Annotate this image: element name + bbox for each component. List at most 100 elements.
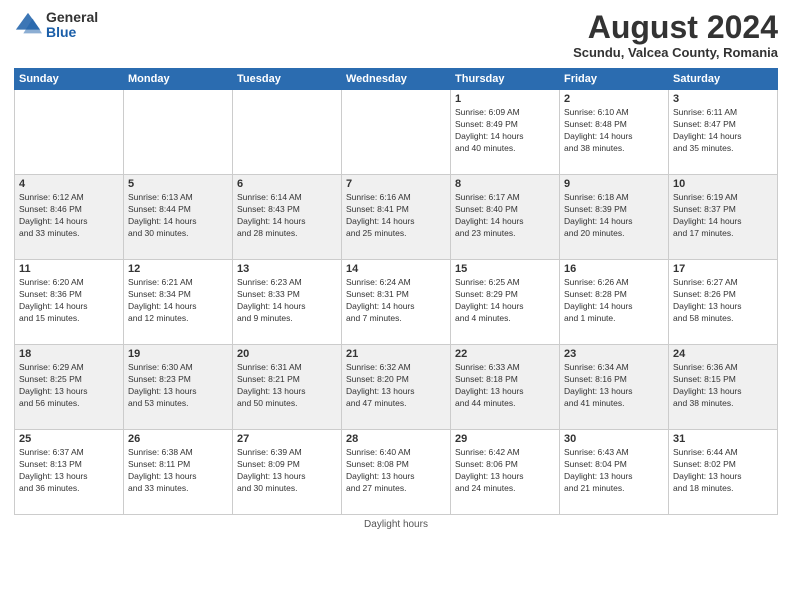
calendar-weekday-saturday: Saturday — [669, 69, 778, 90]
day-number: 15 — [455, 263, 555, 275]
day-number: 6 — [237, 178, 337, 190]
day-number: 28 — [346, 433, 446, 445]
calendar-weekday-tuesday: Tuesday — [233, 69, 342, 90]
day-info: Sunrise: 6:27 AM Sunset: 8:26 PM Dayligh… — [673, 277, 773, 325]
page-container: General Blue August 2024 Scundu, Valcea … — [0, 0, 792, 612]
calendar-header-row: SundayMondayTuesdayWednesdayThursdayFrid… — [15, 69, 778, 90]
day-info: Sunrise: 6:19 AM Sunset: 8:37 PM Dayligh… — [673, 192, 773, 240]
day-number: 22 — [455, 348, 555, 360]
day-info: Sunrise: 6:31 AM Sunset: 8:21 PM Dayligh… — [237, 362, 337, 410]
day-info: Sunrise: 6:16 AM Sunset: 8:41 PM Dayligh… — [346, 192, 446, 240]
day-number: 14 — [346, 263, 446, 275]
calendar-cell: 20 Sunrise: 6:31 AM Sunset: 8:21 PM Dayli… — [233, 345, 342, 430]
day-number: 3 — [673, 93, 773, 105]
day-number: 8 — [455, 178, 555, 190]
day-info: Sunrise: 6:44 AM Sunset: 8:02 PM Dayligh… — [673, 447, 773, 495]
day-number: 31 — [673, 433, 773, 445]
logo-general-text: General — [46, 10, 98, 25]
day-info: Sunrise: 6:14 AM Sunset: 8:43 PM Dayligh… — [237, 192, 337, 240]
calendar-cell: 3 Sunrise: 6:11 AM Sunset: 8:47 PM Daylig… — [669, 90, 778, 175]
day-info: Sunrise: 6:26 AM Sunset: 8:28 PM Dayligh… — [564, 277, 664, 325]
logo-blue-text: Blue — [46, 25, 98, 40]
calendar-cell: 31 Sunrise: 6:44 AM Sunset: 8:02 PM Dayli… — [669, 430, 778, 515]
day-info: Sunrise: 6:36 AM Sunset: 8:15 PM Dayligh… — [673, 362, 773, 410]
calendar-cell — [233, 90, 342, 175]
day-info: Sunrise: 6:42 AM Sunset: 8:06 PM Dayligh… — [455, 447, 555, 495]
day-info: Sunrise: 6:34 AM Sunset: 8:16 PM Dayligh… — [564, 362, 664, 410]
calendar-cell: 11 Sunrise: 6:20 AM Sunset: 8:36 PM Dayli… — [15, 260, 124, 345]
day-info: Sunrise: 6:12 AM Sunset: 8:46 PM Dayligh… — [19, 192, 119, 240]
footer-note: Daylight hours — [14, 519, 778, 530]
calendar-cell: 25 Sunrise: 6:37 AM Sunset: 8:13 PM Dayli… — [15, 430, 124, 515]
calendar-weekday-friday: Friday — [560, 69, 669, 90]
day-number: 18 — [19, 348, 119, 360]
calendar-cell: 15 Sunrise: 6:25 AM Sunset: 8:29 PM Dayli… — [451, 260, 560, 345]
day-number: 10 — [673, 178, 773, 190]
logo: General Blue — [14, 10, 98, 41]
month-year-title: August 2024 — [573, 10, 778, 45]
day-number: 5 — [128, 178, 228, 190]
day-info: Sunrise: 6:11 AM Sunset: 8:47 PM Dayligh… — [673, 107, 773, 155]
calendar-cell: 6 Sunrise: 6:14 AM Sunset: 8:43 PM Daylig… — [233, 175, 342, 260]
day-info: Sunrise: 6:29 AM Sunset: 8:25 PM Dayligh… — [19, 362, 119, 410]
day-number: 12 — [128, 263, 228, 275]
day-number: 2 — [564, 93, 664, 105]
title-area: August 2024 Scundu, Valcea County, Roman… — [573, 10, 778, 60]
calendar-cell: 27Sunrise: 6:39 AM Sunset: 8:09 PM Dayli… — [233, 430, 342, 515]
calendar-cell: 23Sunrise: 6:34 AM Sunset: 8:16 PM Dayli… — [560, 345, 669, 430]
day-info: Sunrise: 6:39 AM Sunset: 8:09 PM Dayligh… — [237, 447, 337, 495]
calendar-cell: 9 Sunrise: 6:18 AM Sunset: 8:39 PM Daylig… — [560, 175, 669, 260]
day-number: 4 — [19, 178, 119, 190]
calendar-week-row: 11 Sunrise: 6:20 AM Sunset: 8:36 PM Dayli… — [15, 260, 778, 345]
calendar-cell: 17 Sunrise: 6:27 AM Sunset: 8:26 PM Dayli… — [669, 260, 778, 345]
calendar-cell: 30 Sunrise: 6:43 AM Sunset: 8:04 PM Dayli… — [560, 430, 669, 515]
day-number: 11 — [19, 263, 119, 275]
calendar-cell — [124, 90, 233, 175]
day-number: 25 — [19, 433, 119, 445]
day-info: Sunrise: 6:43 AM Sunset: 8:04 PM Dayligh… — [564, 447, 664, 495]
day-info: Sunrise: 6:18 AM Sunset: 8:39 PM Dayligh… — [564, 192, 664, 240]
calendar-cell: 29Sunrise: 6:42 AM Sunset: 8:06 PM Dayli… — [451, 430, 560, 515]
calendar-cell: 18 Sunrise: 6:29 AM Sunset: 8:25 PM Dayli… — [15, 345, 124, 430]
day-info: Sunrise: 6:25 AM Sunset: 8:29 PM Dayligh… — [455, 277, 555, 325]
calendar-weekday-monday: Monday — [124, 69, 233, 90]
day-number: 26 — [128, 433, 228, 445]
calendar-weekday-thursday: Thursday — [451, 69, 560, 90]
calendar-cell: 19Sunrise: 6:30 AM Sunset: 8:23 PM Dayli… — [124, 345, 233, 430]
calendar-cell: 13Sunrise: 6:23 AM Sunset: 8:33 PM Dayli… — [233, 260, 342, 345]
calendar-week-row: 1Sunrise: 6:09 AM Sunset: 8:49 PM Daylig… — [15, 90, 778, 175]
day-info: Sunrise: 6:21 AM Sunset: 8:34 PM Dayligh… — [128, 277, 228, 325]
calendar-cell: 1Sunrise: 6:09 AM Sunset: 8:49 PM Daylig… — [451, 90, 560, 175]
calendar-cell — [342, 90, 451, 175]
calendar-weekday-wednesday: Wednesday — [342, 69, 451, 90]
day-number: 21 — [346, 348, 446, 360]
day-number: 9 — [564, 178, 664, 190]
calendar-cell: 2 Sunrise: 6:10 AM Sunset: 8:48 PM Daylig… — [560, 90, 669, 175]
day-info: Sunrise: 6:30 AM Sunset: 8:23 PM Dayligh… — [128, 362, 228, 410]
day-number: 24 — [673, 348, 773, 360]
calendar-cell: 12 Sunrise: 6:21 AM Sunset: 8:34 PM Dayli… — [124, 260, 233, 345]
day-info: Sunrise: 6:10 AM Sunset: 8:48 PM Dayligh… — [564, 107, 664, 155]
day-number: 17 — [673, 263, 773, 275]
day-number: 20 — [237, 348, 337, 360]
day-info: Sunrise: 6:09 AM Sunset: 8:49 PM Dayligh… — [455, 107, 555, 155]
calendar-cell: 22Sunrise: 6:33 AM Sunset: 8:18 PM Dayli… — [451, 345, 560, 430]
day-info: Sunrise: 6:40 AM Sunset: 8:08 PM Dayligh… — [346, 447, 446, 495]
calendar-cell: 10 Sunrise: 6:19 AM Sunset: 8:37 PM Dayli… — [669, 175, 778, 260]
day-number: 16 — [564, 263, 664, 275]
calendar-week-row: 4 Sunrise: 6:12 AM Sunset: 8:46 PM Daylig… — [15, 175, 778, 260]
calendar-table: SundayMondayTuesdayWednesdayThursdayFrid… — [14, 68, 778, 515]
calendar-cell: 24 Sunrise: 6:36 AM Sunset: 8:15 PM Dayli… — [669, 345, 778, 430]
day-info: Sunrise: 6:24 AM Sunset: 8:31 PM Dayligh… — [346, 277, 446, 325]
calendar-cell: 26Sunrise: 6:38 AM Sunset: 8:11 PM Dayli… — [124, 430, 233, 515]
calendar-cell: 8Sunrise: 6:17 AM Sunset: 8:40 PM Daylig… — [451, 175, 560, 260]
day-number: 7 — [346, 178, 446, 190]
calendar-cell: 28 Sunrise: 6:40 AM Sunset: 8:08 PM Dayli… — [342, 430, 451, 515]
day-info: Sunrise: 6:23 AM Sunset: 8:33 PM Dayligh… — [237, 277, 337, 325]
header: General Blue August 2024 Scundu, Valcea … — [14, 10, 778, 60]
day-info: Sunrise: 6:20 AM Sunset: 8:36 PM Dayligh… — [19, 277, 119, 325]
calendar-cell: 5Sunrise: 6:13 AM Sunset: 8:44 PM Daylig… — [124, 175, 233, 260]
day-info: Sunrise: 6:37 AM Sunset: 8:13 PM Dayligh… — [19, 447, 119, 495]
calendar-cell: 16 Sunrise: 6:26 AM Sunset: 8:28 PM Dayli… — [560, 260, 669, 345]
day-number: 30 — [564, 433, 664, 445]
